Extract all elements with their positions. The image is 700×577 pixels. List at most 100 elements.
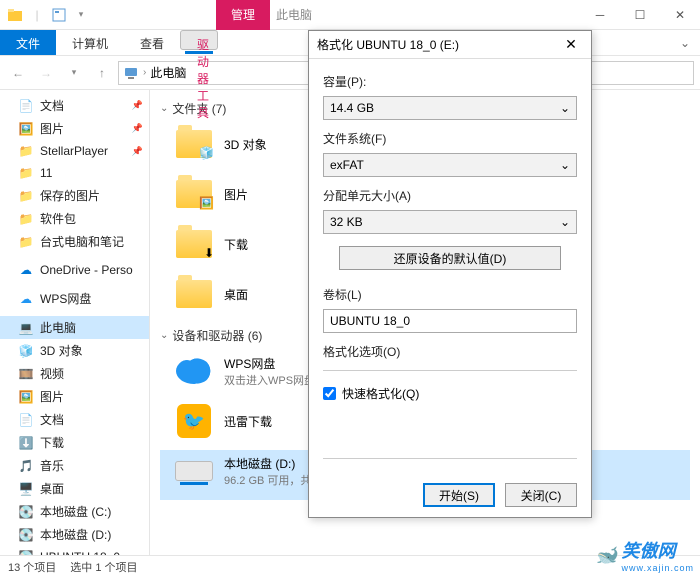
sidebar-item-label: 图片 <box>40 388 64 405</box>
item-label: 本地磁盘 (D:) <box>224 455 311 472</box>
item-sublabel: 双击进入WPS网盘 <box>224 372 315 388</box>
sidebar-item-label: 桌面 <box>40 480 64 497</box>
onedrive-icon: ☁ <box>18 262 34 278</box>
checkbox-label: 快速格式化(Q) <box>342 385 419 402</box>
manage-tab[interactable]: 管理 <box>216 0 270 30</box>
tab-drive-tools[interactable]: 驱动器工具 <box>180 30 218 50</box>
sidebar-item-11[interactable]: 📁11 <box>0 162 149 184</box>
item-sublabel: 96.2 GB 可用，共 <box>224 472 311 488</box>
sidebar-item-drive-c[interactable]: 💽本地磁盘 (C:) <box>0 500 149 523</box>
recent-dropdown-icon[interactable]: ▾ <box>62 61 86 85</box>
document-icon: 📄 <box>18 412 34 428</box>
sidebar-item-label: 此电脑 <box>40 319 76 336</box>
separator <box>323 458 577 459</box>
chevron-right-icon[interactable]: › <box>143 67 146 78</box>
folder-icon <box>174 225 214 263</box>
folder-icon: 📁 <box>18 211 34 227</box>
sidebar-item-this-pc[interactable]: 💻 此电脑 <box>0 316 149 339</box>
format-options-label: 格式化选项(O) <box>323 343 577 360</box>
sidebar-item-videos[interactable]: 🎞️视频 <box>0 362 149 385</box>
format-dialog: 格式化 UBUNTU 18_0 (E:) ✕ 容量(P): 14.4 GB⌄ 文… <box>308 30 592 518</box>
chevron-down-icon: ⌄ <box>560 158 570 172</box>
sidebar-item-label: 本地磁盘 (D:) <box>40 526 111 543</box>
forward-button[interactable]: → <box>34 61 58 85</box>
item-label: 图片 <box>224 186 248 203</box>
sidebar-item-pictures[interactable]: 🖼️图片 <box>0 117 149 140</box>
volume-input[interactable]: UBUNTU 18_0 <box>323 309 577 333</box>
sidebar-item-drive-d[interactable]: 💽 本地磁盘 (D:) <box>0 523 149 546</box>
sidebar-item-label: StellarPlayer <box>40 144 108 158</box>
properties-icon[interactable] <box>50 6 68 24</box>
volume-label: 卷标(L) <box>323 286 577 303</box>
dialog-close-button[interactable]: ✕ <box>559 36 583 53</box>
sidebar-item-documents2[interactable]: 📄 文档 <box>0 408 149 431</box>
sidebar-item-label: 文档 <box>40 411 64 428</box>
qat-dropdown-icon[interactable]: ▾ <box>72 6 90 24</box>
status-selected-count: 选中 1 个项目 <box>70 559 137 575</box>
sidebar-item-wps[interactable]: ☁WPS网盘 <box>0 287 149 310</box>
back-button[interactable]: ← <box>6 61 30 85</box>
sidebar-item-desktop-laptop[interactable]: 📁台式电脑和笔记 <box>0 230 149 253</box>
sidebar-item-label: 视频 <box>40 365 64 382</box>
window-title: 此电脑 <box>276 6 312 23</box>
sidebar-item-label: 保存的图片 <box>40 187 100 204</box>
sidebar-item-label: 音乐 <box>40 457 64 474</box>
this-pc-icon <box>123 65 139 81</box>
wps-cloud-icon: ☁ <box>18 291 34 307</box>
explorer-icon <box>6 6 24 24</box>
sidebar-item-onedrive[interactable]: ☁ OneDrive - Perso <box>0 259 149 281</box>
filesystem-combo[interactable]: exFAT⌄ <box>323 153 577 177</box>
close-button[interactable]: ✕ <box>660 0 700 30</box>
capacity-combo[interactable]: 14.4 GB⌄ <box>323 96 577 120</box>
3d-icon: 🧊 <box>18 343 34 359</box>
sidebar-item-music[interactable]: 🎵 音乐 <box>0 454 149 477</box>
music-icon: 🎵 <box>18 458 34 474</box>
tab-file[interactable]: 文件 <box>0 30 56 55</box>
combo-value: 14.4 GB <box>330 101 374 115</box>
tab-view[interactable]: 查看 <box>124 30 180 55</box>
allocation-label: 分配单元大小(A) <box>323 187 577 204</box>
sidebar-item-downloads[interactable]: ⬇️下载 <box>0 431 149 454</box>
input-value: UBUNTU 18_0 <box>330 314 410 328</box>
allocation-combo[interactable]: 32 KB⌄ <box>323 210 577 234</box>
tab-computer[interactable]: 计算机 <box>56 30 124 55</box>
restore-defaults-button[interactable]: 还原设备的默认值(D) <box>339 246 561 270</box>
quick-format-checkbox[interactable]: 快速格式化(Q) <box>323 385 577 402</box>
close-dialog-button[interactable]: 关闭(C) <box>505 483 577 507</box>
item-label: 3D 对象 <box>224 136 267 153</box>
desktop-icon: 🖥️ <box>18 481 34 497</box>
folder-icon <box>174 175 214 213</box>
sidebar-item-label: 文档 <box>40 97 64 114</box>
sidebar-item-label: 软件包 <box>40 210 76 227</box>
start-button[interactable]: 开始(S) <box>423 483 495 507</box>
up-button[interactable]: ↑ <box>90 61 114 85</box>
checkbox-input[interactable] <box>323 387 336 400</box>
sidebar-item-label: 图片 <box>40 120 64 137</box>
sidebar-item-drive-e[interactable]: 💽UBUNTU 18_0 <box>0 546 149 555</box>
address-text: 此电脑 <box>150 64 186 81</box>
qat-separator: | <box>28 6 46 24</box>
filesystem-label: 文件系统(F) <box>323 130 577 147</box>
drive-icon: 💽 <box>18 527 34 543</box>
sidebar-item-packages[interactable]: 📁 软件包 <box>0 207 149 230</box>
caret-down-icon: ⌄ <box>160 103 168 114</box>
ribbon-expand-icon[interactable]: ⌄ <box>670 30 700 55</box>
sidebar-item-documents[interactable]: 📄文档 <box>0 94 149 117</box>
sidebar-item-label: OneDrive - Perso <box>40 263 133 277</box>
watermark: 🐋 笑傲网 www.xajin.com <box>595 537 694 573</box>
sidebar-item-3d[interactable]: 🧊3D 对象 <box>0 339 149 362</box>
caret-down-icon: ⌄ <box>160 330 168 341</box>
this-pc-icon: 💻 <box>18 320 34 336</box>
drive-icon <box>174 452 214 490</box>
drive-icon: 💽 <box>18 504 34 520</box>
minimize-button[interactable]: ─ <box>580 0 620 30</box>
sidebar-item-saved-pics[interactable]: 📁 保存的图片 <box>0 184 149 207</box>
sidebar-item-stellarplayer[interactable]: 📁StellarPlayer <box>0 140 149 162</box>
sidebar-item-pictures2[interactable]: 🖼️图片 <box>0 385 149 408</box>
sidebar-item-desktop[interactable]: 🖥️ 桌面 <box>0 477 149 500</box>
watermark-text: 笑傲网 <box>621 541 675 561</box>
contextual-tab-group: 管理 <box>216 0 270 30</box>
folder-icon: 📁 <box>18 188 34 204</box>
maximize-button[interactable]: ☐ <box>620 0 660 30</box>
wps-cloud-icon <box>174 352 214 390</box>
